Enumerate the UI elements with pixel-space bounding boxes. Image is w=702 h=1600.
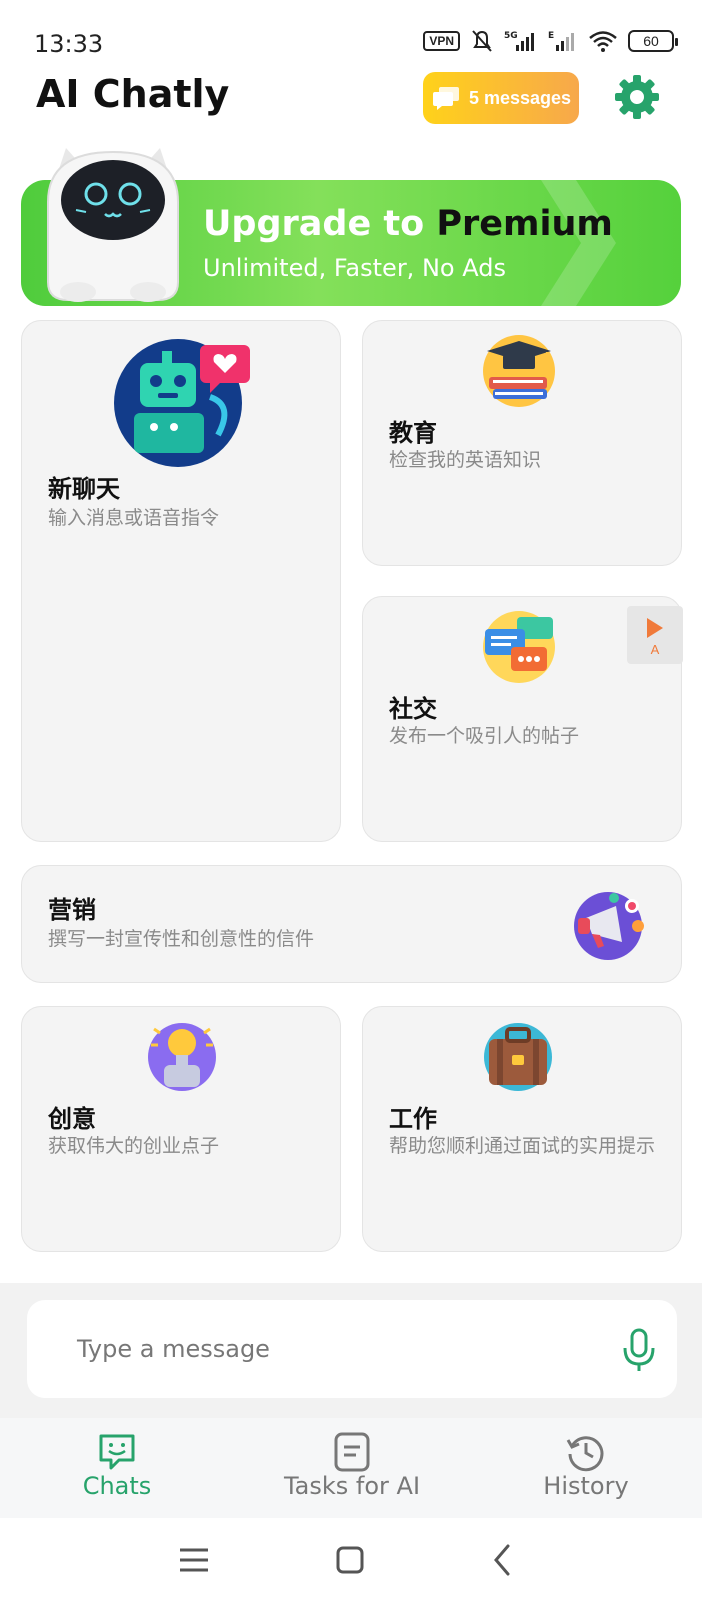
card-title: 工作 bbox=[389, 1105, 437, 1133]
messages-icon bbox=[432, 87, 459, 110]
chat-bubbles-icon bbox=[483, 611, 555, 683]
microphone-icon[interactable] bbox=[622, 1328, 656, 1372]
vpn-icon: VPN bbox=[423, 31, 460, 51]
ad-choices-marker[interactable]: A bbox=[627, 606, 683, 664]
signal-5g-icon: 5G bbox=[504, 31, 534, 51]
menu-icon[interactable] bbox=[174, 1540, 214, 1580]
books-graduation-icon bbox=[483, 335, 555, 407]
card-title: 社交 bbox=[389, 695, 437, 723]
card-subtitle: 获取伟大的创业点子 bbox=[48, 1135, 220, 1157]
card-ideas[interactable]: 创意 获取伟大的创业点子 bbox=[21, 1006, 341, 1252]
card-title: 教育 bbox=[389, 419, 437, 447]
megaphone-icon bbox=[574, 892, 644, 960]
card-subtitle: 检查我的英语知识 bbox=[389, 449, 542, 471]
app-title: AI Chatly bbox=[36, 72, 230, 116]
briefcase-icon bbox=[484, 1023, 552, 1091]
battery-icon: 60 bbox=[628, 30, 678, 52]
tab-label: Chats bbox=[82, 1472, 152, 1500]
card-title: 新聊天 bbox=[48, 475, 120, 503]
signal-e-icon: E bbox=[548, 31, 574, 51]
card-subtitle: 发布一个吸引人的帖子 bbox=[389, 725, 580, 747]
tab-label: History bbox=[543, 1472, 629, 1500]
status-bar: 13:33 VPN 5G E 60 bbox=[0, 0, 702, 80]
card-marketing[interactable]: 营销 撰写一封宣传性和创意性的信件 bbox=[21, 865, 682, 983]
tab-chats[interactable]: Chats bbox=[17, 1432, 217, 1512]
promo-title: Upgrade to Premium bbox=[203, 204, 613, 244]
status-icons: VPN 5G E 60 bbox=[423, 28, 678, 54]
svg-text:5G: 5G bbox=[504, 31, 518, 41]
status-time: 13:33 bbox=[34, 30, 104, 58]
card-education[interactable]: 教育 检查我的英语知识 bbox=[362, 320, 682, 566]
wifi-icon bbox=[589, 31, 617, 52]
card-title: 营销 bbox=[48, 896, 96, 924]
tab-history[interactable]: History bbox=[486, 1432, 686, 1512]
card-title: 创意 bbox=[48, 1105, 96, 1133]
lightbulb-icon bbox=[148, 1023, 216, 1091]
tab-tasks-for-ai[interactable]: Tasks for AI bbox=[252, 1432, 452, 1512]
history-clock-icon bbox=[566, 1436, 604, 1472]
home-icon[interactable] bbox=[330, 1540, 370, 1580]
card-work[interactable]: 工作 帮助您顺利通过面试的实用提示 bbox=[362, 1006, 682, 1252]
chat-smile-icon bbox=[99, 1434, 135, 1470]
back-icon[interactable] bbox=[484, 1540, 524, 1580]
document-icon bbox=[334, 1432, 370, 1472]
messages-badge-label: 5 messages bbox=[468, 87, 572, 108]
promo-subtitle: Unlimited, Faster, No Ads bbox=[203, 254, 506, 282]
bell-muted-icon bbox=[472, 30, 492, 52]
svg-text:E: E bbox=[548, 31, 554, 41]
tab-label: Tasks for AI bbox=[283, 1472, 421, 1500]
gear-icon[interactable] bbox=[612, 72, 662, 122]
message-input-placeholder[interactable]: Type a message bbox=[77, 1335, 270, 1363]
card-new-chat[interactable]: 新聊天 输入消息或语音指令 bbox=[21, 320, 341, 842]
robot-mascot-icon bbox=[47, 148, 179, 302]
ad-marker-label: A bbox=[650, 642, 660, 657]
card-subtitle: 帮助您顺利通过面试的实用提示 bbox=[389, 1135, 656, 1157]
card-subtitle: 输入消息或语音指令 bbox=[48, 507, 220, 529]
messages-badge-button[interactable]: 5 messages bbox=[423, 72, 579, 124]
robot-chat-icon bbox=[114, 339, 250, 467]
card-subtitle: 撰写一封宣传性和创意性的信件 bbox=[48, 928, 315, 950]
